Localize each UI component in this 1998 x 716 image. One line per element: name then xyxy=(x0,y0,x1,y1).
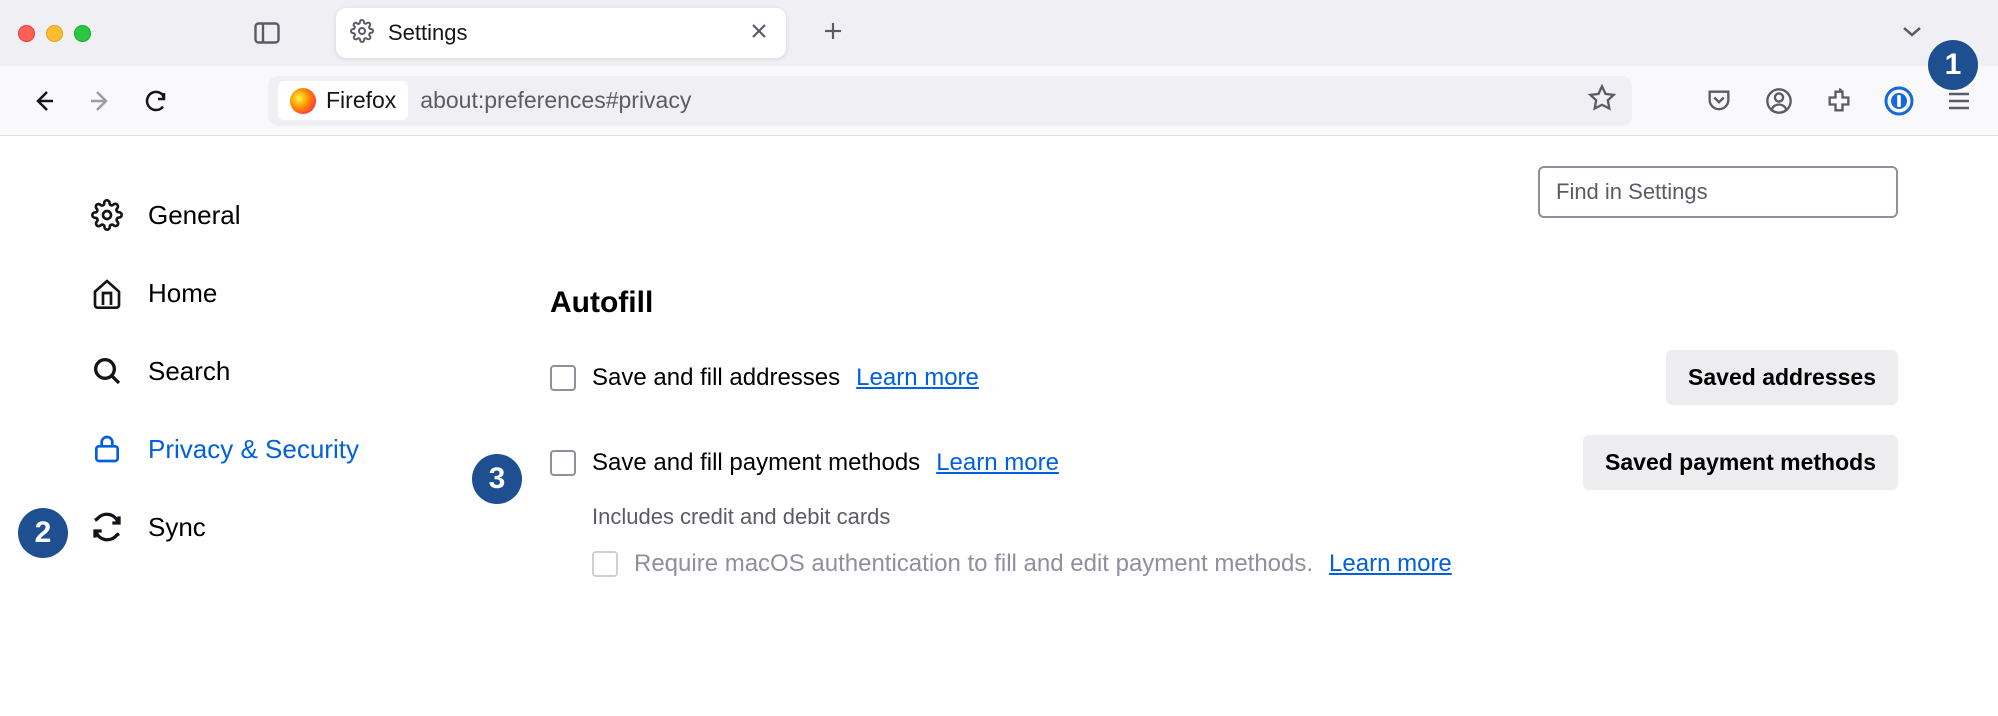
setting-label: Save and fill payment methods xyxy=(592,449,920,477)
sidebar-item-label: Sync xyxy=(148,512,206,543)
onepassword-icon[interactable] xyxy=(1880,82,1918,120)
tab-title: Settings xyxy=(388,20,732,46)
callout-badge-2: 2 xyxy=(18,508,68,558)
minimize-window-button[interactable] xyxy=(46,25,63,42)
url-text: about:preferences#privacy xyxy=(420,87,1570,114)
gear-icon xyxy=(350,19,374,48)
settings-sidebar: General Home Search Privacy & Security S… xyxy=(0,136,420,716)
setting-description: Includes credit and debit cards xyxy=(592,504,1898,530)
setting-row-addresses: Save and fill addresses Learn more Saved… xyxy=(550,350,1898,405)
sidebar-item-search[interactable]: Search xyxy=(70,332,420,410)
navigation-toolbar: Firefox about:preferences#privacy xyxy=(0,66,1998,136)
sidebar-item-label: General xyxy=(148,200,241,231)
maximize-window-button[interactable] xyxy=(74,25,91,42)
lock-icon xyxy=(90,432,124,466)
site-identity-label: Firefox xyxy=(326,87,396,114)
learn-more-link[interactable]: Learn more xyxy=(856,364,979,392)
setting-row-auth: Require macOS authentication to fill and… xyxy=(592,550,1898,578)
browser-tab[interactable]: Settings xyxy=(336,8,786,58)
extensions-icon[interactable] xyxy=(1820,82,1858,120)
title-bar: Settings xyxy=(0,0,1998,66)
saved-addresses-button[interactable]: Saved addresses xyxy=(1666,350,1898,405)
checkbox-require-auth xyxy=(592,551,618,577)
gear-icon xyxy=(90,198,124,232)
find-in-settings-input[interactable] xyxy=(1538,166,1898,218)
account-icon[interactable] xyxy=(1760,82,1798,120)
new-tab-button[interactable] xyxy=(818,13,848,53)
close-tab-button[interactable] xyxy=(746,16,772,50)
sidebar-toggle-icon[interactable] xyxy=(253,22,280,45)
checkbox-save-payments[interactable] xyxy=(550,450,576,476)
home-icon xyxy=(90,276,124,310)
tab-list-dropdown[interactable] xyxy=(1900,23,1924,44)
search-icon xyxy=(90,354,124,388)
setting-label: Require macOS authentication to fill and… xyxy=(634,550,1313,578)
close-window-button[interactable] xyxy=(18,25,35,42)
toolbar-actions xyxy=(1700,82,1978,120)
back-button[interactable] xyxy=(20,77,68,125)
traffic-lights xyxy=(18,25,91,42)
site-identity[interactable]: Firefox xyxy=(278,81,408,120)
firefox-icon xyxy=(290,88,316,114)
learn-more-link[interactable]: Learn more xyxy=(936,449,1059,477)
sidebar-item-label: Privacy & Security xyxy=(148,434,359,465)
sidebar-item-privacy[interactable]: Privacy & Security xyxy=(70,410,420,488)
bookmark-star-button[interactable] xyxy=(1582,78,1622,123)
learn-more-link[interactable]: Learn more xyxy=(1329,550,1452,578)
checkbox-save-addresses[interactable] xyxy=(550,365,576,391)
callout-badge-1: 1 xyxy=(1928,40,1978,90)
sidebar-item-label: Home xyxy=(148,278,217,309)
sidebar-item-sync[interactable]: Sync xyxy=(70,488,420,566)
saved-payment-methods-button[interactable]: Saved payment methods xyxy=(1583,435,1898,490)
settings-main: Autofill Save and fill addresses Learn m… xyxy=(420,136,1998,716)
reload-button[interactable] xyxy=(132,77,180,125)
callout-badge-3: 3 xyxy=(472,454,522,504)
forward-button[interactable] xyxy=(76,77,124,125)
sync-icon xyxy=(90,510,124,544)
sidebar-item-home[interactable]: Home xyxy=(70,254,420,332)
pocket-icon[interactable] xyxy=(1700,82,1738,120)
settings-content: General Home Search Privacy & Security S… xyxy=(0,136,1998,716)
sidebar-item-label: Search xyxy=(148,356,230,387)
setting-row-payments: Save and fill payment methods Learn more… xyxy=(550,435,1898,490)
url-bar[interactable]: Firefox about:preferences#privacy xyxy=(268,76,1632,126)
sidebar-item-general[interactable]: General xyxy=(70,176,420,254)
section-title: Autofill xyxy=(550,286,1898,320)
setting-label: Save and fill addresses xyxy=(592,364,840,392)
